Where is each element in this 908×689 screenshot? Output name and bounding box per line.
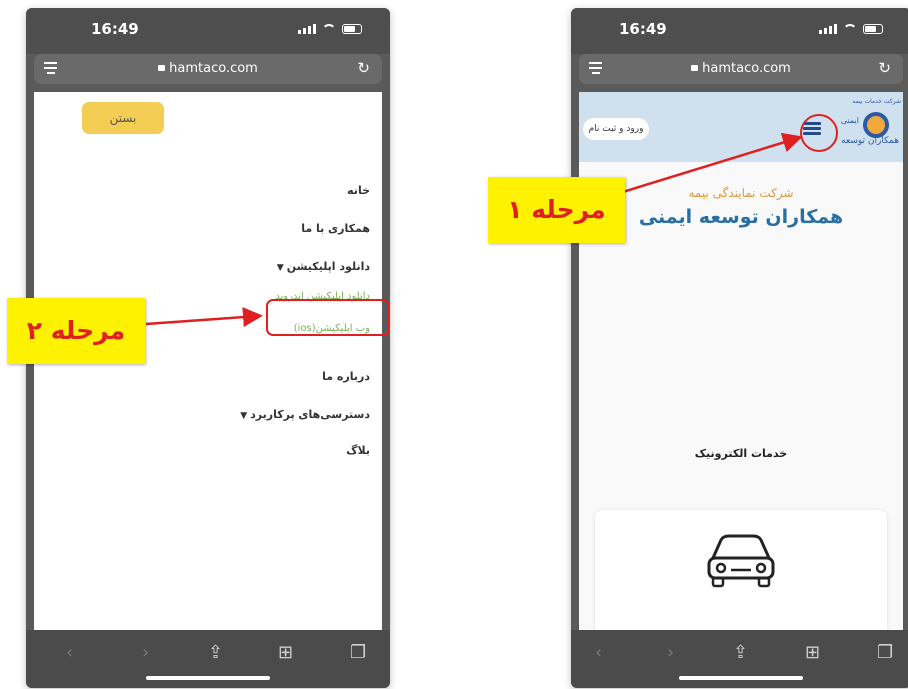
status-bar: 16:49 [571, 8, 908, 54]
browser-toolbar: ‹ › ⇪ ⊞ ❐ [571, 630, 908, 688]
chevron-down-icon: ▼ [240, 411, 248, 421]
system-indicators [819, 24, 883, 34]
lock-icon [158, 65, 166, 71]
web-page: ورود و ثبت نام شرکت خدمات بیمه ایمنی همک… [579, 92, 903, 630]
site-header: ورود و ثبت نام شرکت خدمات بیمه ایمنی همک… [579, 92, 903, 162]
login-register-button[interactable]: ورود و ثبت نام [583, 118, 649, 140]
url-text: hamtaco.com [169, 61, 258, 76]
status-bar: 16:49 [26, 8, 390, 54]
url-display[interactable]: hamtaco.com [34, 61, 382, 76]
menu-item-download-app[interactable]: دانلود اپلیکیشن▼ [277, 260, 370, 273]
site-logo[interactable]: شرکت خدمات بیمه ایمنی همکاران توسعه [833, 98, 903, 156]
bookmarks-icon[interactable]: ⊞ [278, 642, 293, 663]
menu-item-label: دانلود اپلیکیشن [286, 260, 370, 273]
signal-icon [298, 24, 316, 34]
status-time: 16:49 [619, 20, 667, 38]
url-display[interactable]: hamtaco.com [579, 61, 903, 76]
url-text: hamtaco.com [702, 61, 791, 76]
logo-emblem-icon [863, 112, 889, 138]
browser-toolbar: ‹ › ⇪ ⊞ ❐ [26, 630, 390, 688]
step1-callout: مرحله ۱ [488, 177, 625, 243]
chevron-down-icon: ▼ [276, 263, 284, 273]
tabs-icon[interactable]: ❐ [350, 642, 366, 663]
system-indicators [298, 24, 362, 34]
home-indicator[interactable] [679, 676, 803, 680]
share-icon[interactable]: ⇪ [208, 642, 223, 663]
close-menu-button[interactable]: بستن [82, 102, 164, 134]
menu-item-label: دسترسی‌های پرکاربرد [250, 408, 370, 421]
wifi-icon [322, 24, 336, 34]
battery-icon [342, 24, 362, 34]
wifi-icon [843, 24, 857, 34]
menu-item-quick-access[interactable]: دسترسی‌های پرکاربرد▼ [240, 408, 370, 421]
phone-screenshot-right: 16:49 hamtaco.com ↻ ورود و ثبت نام شرکت … [571, 8, 908, 688]
car-icon [707, 534, 775, 588]
lock-icon [691, 65, 699, 71]
page-title: همکاران توسعه ایمنی [638, 206, 844, 228]
logo-side-text: ایمنی [840, 116, 859, 125]
bookmarks-icon[interactable]: ⊞ [805, 642, 820, 663]
status-time: 16:49 [91, 20, 139, 38]
page-subtitle: شرکت نمایندگی بیمه [688, 186, 794, 200]
menu-item-about[interactable]: درباره ما [322, 370, 370, 383]
home-indicator[interactable] [146, 676, 270, 680]
address-bar[interactable]: hamtaco.com ↻ [579, 54, 903, 84]
share-icon[interactable]: ⇪ [733, 642, 748, 663]
signal-icon [819, 24, 837, 34]
tabs-icon[interactable]: ❐ [877, 642, 893, 663]
battery-icon [863, 24, 883, 34]
step2-callout: مرحله ۲ [7, 298, 145, 364]
forward-icon[interactable]: › [667, 642, 674, 663]
highlight-ios-webapp [266, 299, 390, 336]
forward-icon[interactable]: › [142, 642, 149, 663]
back-icon[interactable]: ‹ [66, 642, 73, 663]
reload-icon[interactable]: ↻ [357, 59, 370, 77]
back-icon[interactable]: ‹ [595, 642, 602, 663]
reload-icon[interactable]: ↻ [878, 59, 891, 77]
logo-name: همکاران توسعه [841, 136, 899, 146]
menu-item-blog[interactable]: بلاگ [346, 444, 370, 457]
service-card[interactable] [595, 510, 887, 630]
highlight-menu-button [800, 114, 838, 152]
address-bar[interactable]: hamtaco.com ↻ [34, 54, 382, 84]
menu-item-cooperation[interactable]: همکاری با ما [301, 222, 370, 235]
menu-item-home[interactable]: خانه [347, 184, 370, 197]
section-title: خدمات الکترونیک [694, 447, 788, 460]
logo-tagline: شرکت خدمات بیمه [852, 98, 901, 105]
